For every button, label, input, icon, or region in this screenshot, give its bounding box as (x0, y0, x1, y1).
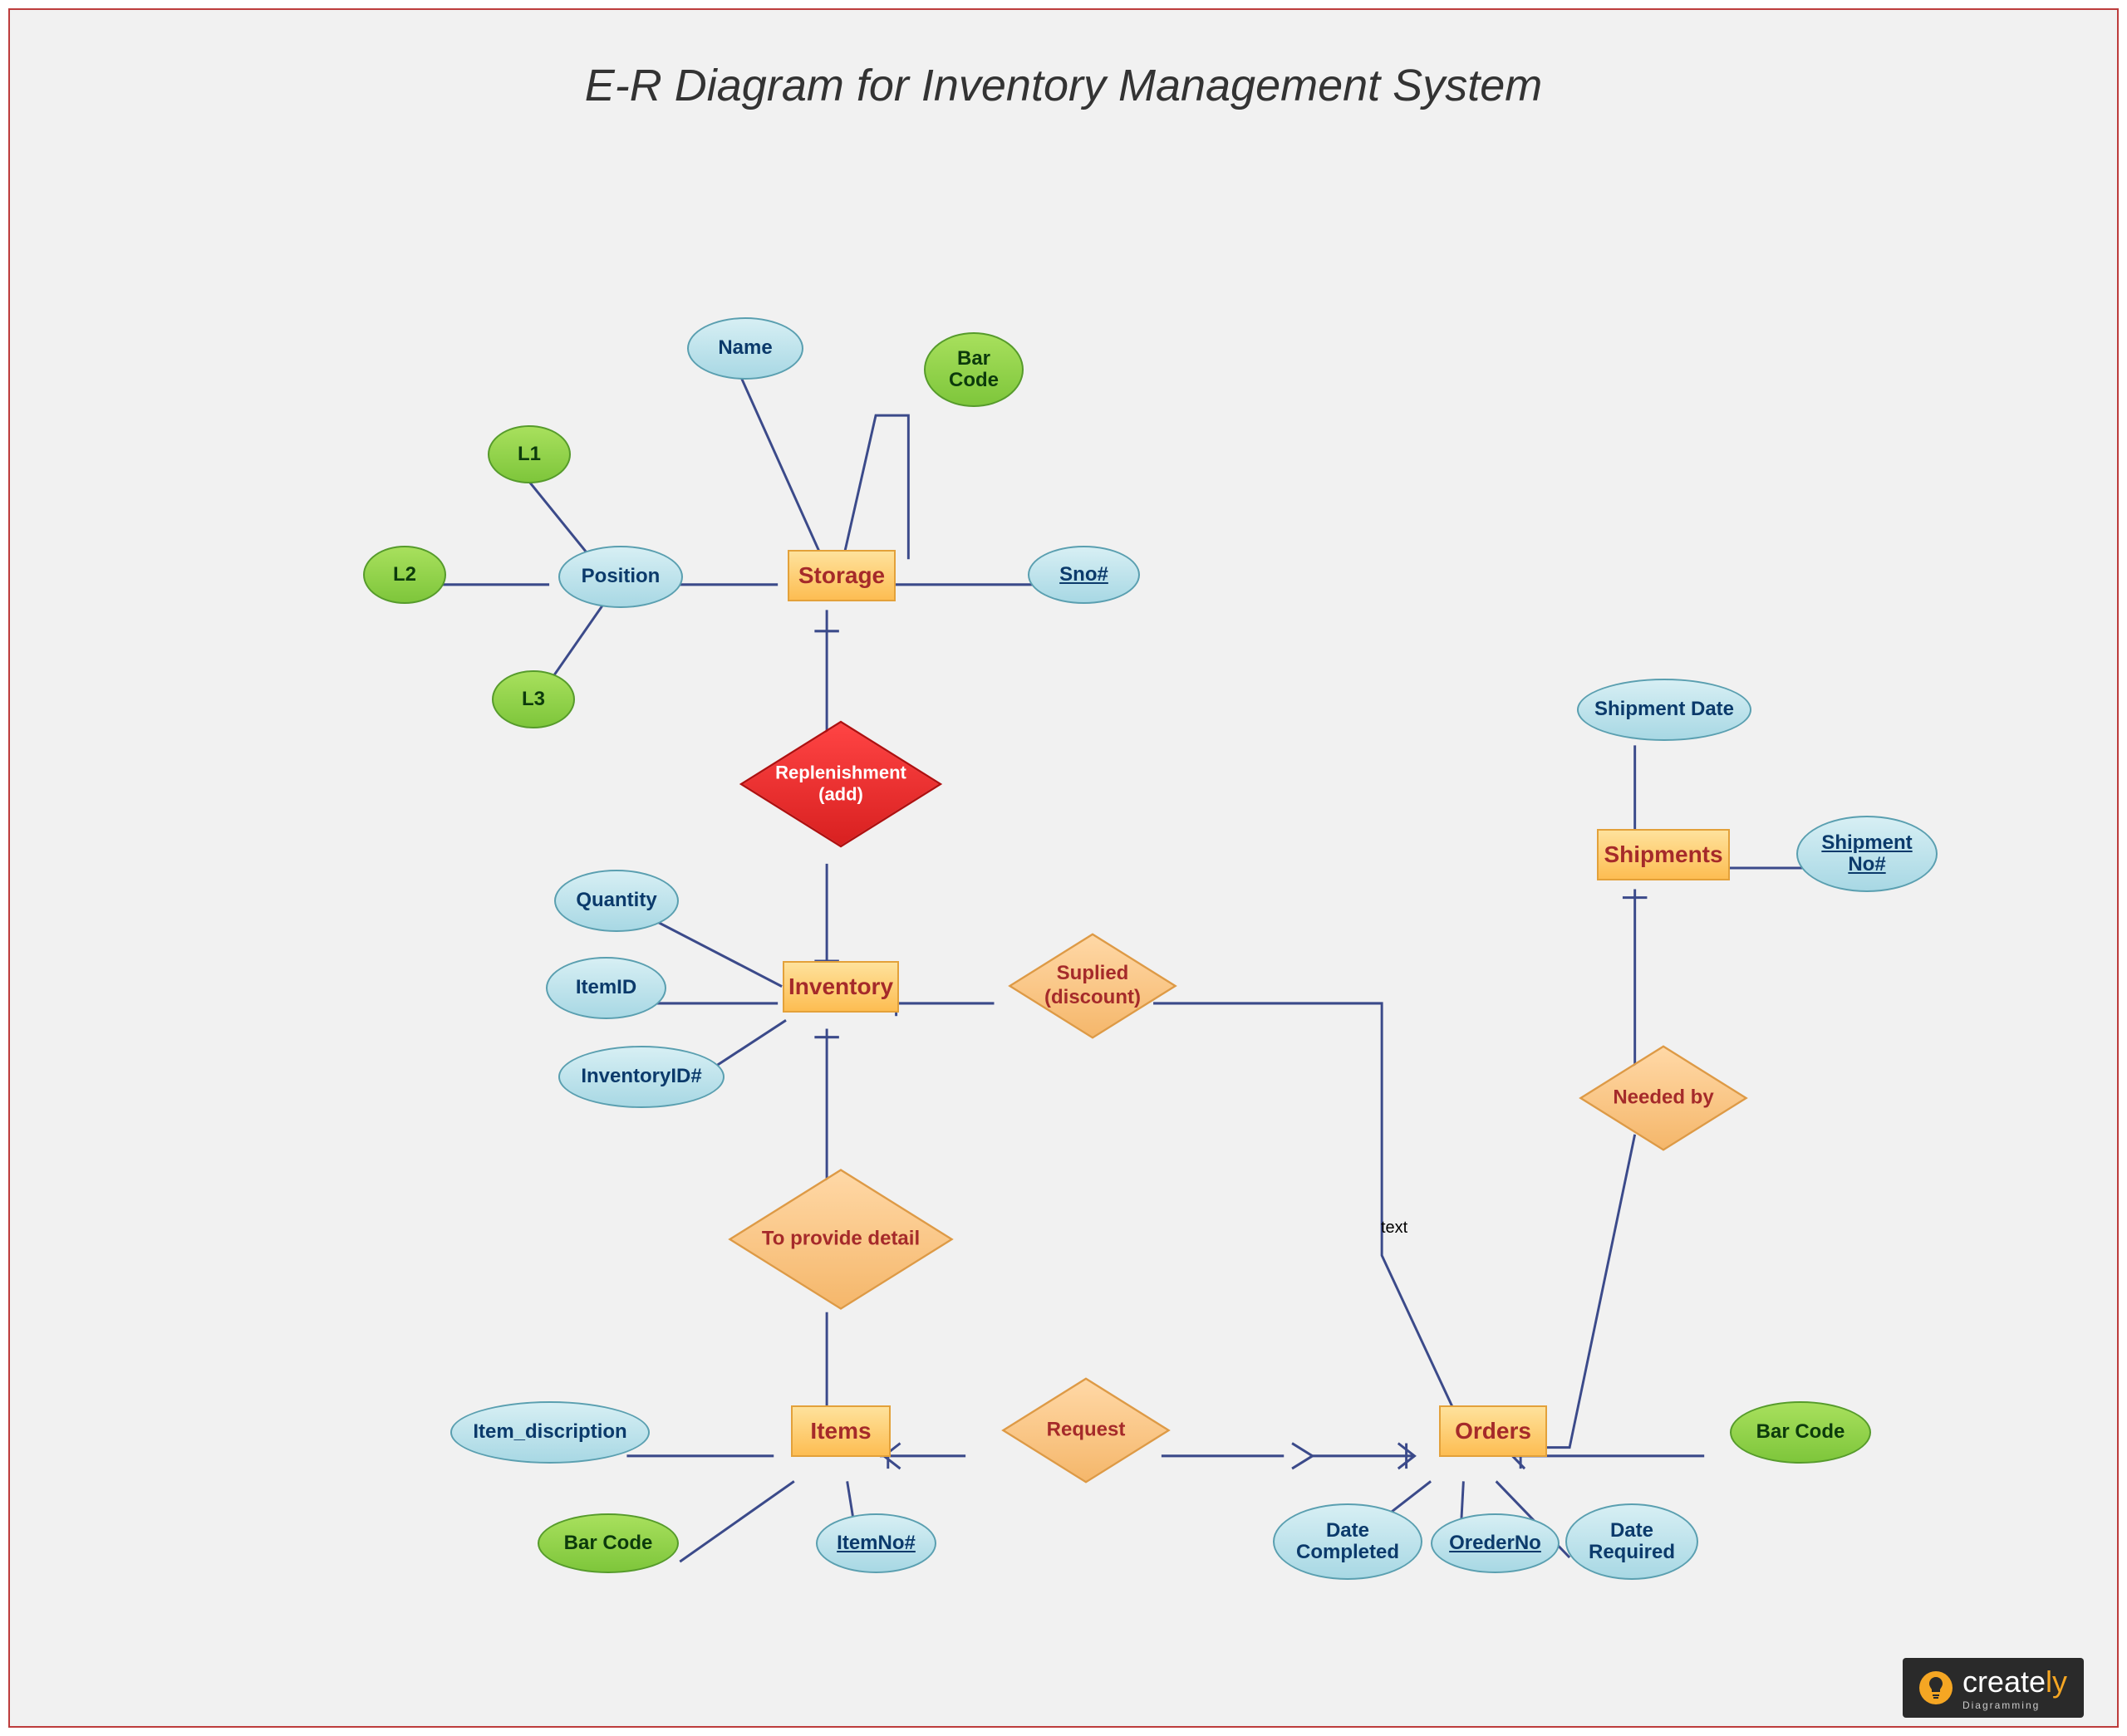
edge-label-text: text (1381, 1219, 1407, 1238)
entity-items[interactable]: Items (791, 1405, 891, 1457)
entity-shipments[interactable]: Shipments (1597, 829, 1730, 880)
diagram-canvas: E-R Diagram for Inventory Management Sys… (43, 43, 2084, 1693)
rel-needed-by[interactable]: Needed by (1626, 1061, 1701, 1135)
rel-to-provide-detail[interactable]: To provide detail (791, 1189, 891, 1289)
attr-shipment-no[interactable]: Shipment No# (1796, 816, 1938, 892)
diagram-title: E-R Diagram for Inventory Management Sys… (585, 60, 1542, 111)
attr-sno[interactable]: Sno# (1028, 546, 1140, 604)
attr-inventoryid[interactable]: InventoryID# (558, 1046, 725, 1108)
attr-l1[interactable]: L1 (488, 425, 571, 483)
attr-itemno[interactable]: ItemNo# (816, 1513, 936, 1573)
bulb-icon (1919, 1671, 1953, 1704)
attr-orederno[interactable]: OrederNo (1431, 1513, 1560, 1573)
attr-barcode-items[interactable]: Bar Code (538, 1513, 679, 1573)
rel-request[interactable]: Request (1049, 1393, 1123, 1468)
attr-date-required[interactable]: Date Required (1565, 1503, 1698, 1580)
attr-barcode-storage[interactable]: Bar Code (924, 332, 1024, 407)
attr-barcode-orders[interactable]: Bar Code (1730, 1401, 1871, 1464)
attr-name[interactable]: Name (687, 317, 803, 380)
entity-orders[interactable]: Orders (1439, 1405, 1547, 1457)
rel-suplied[interactable]: Suplied (discount) (1055, 949, 1130, 1023)
entity-inventory[interactable]: Inventory (783, 961, 899, 1013)
attr-item-discription[interactable]: Item_discription (450, 1401, 650, 1464)
rel-replenishment[interactable]: Replenishment (add) (796, 739, 886, 829)
attr-quantity[interactable]: Quantity (554, 870, 679, 932)
attr-l3[interactable]: L3 (492, 670, 575, 728)
entity-storage[interactable]: Storage (788, 550, 896, 601)
attr-itemid[interactable]: ItemID (546, 957, 666, 1019)
creately-logo: creately Diagramming (1903, 1658, 2084, 1718)
attr-position[interactable]: Position (558, 546, 683, 608)
attr-date-completed[interactable]: Date Completed (1273, 1503, 1422, 1580)
attr-shipment-date[interactable]: Shipment Date (1577, 679, 1751, 741)
attr-l2[interactable]: L2 (363, 546, 446, 604)
